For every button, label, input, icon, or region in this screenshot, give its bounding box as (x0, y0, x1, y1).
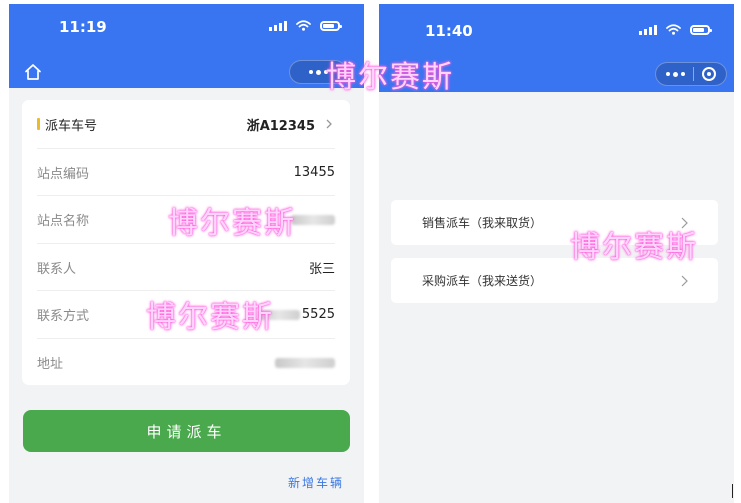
battery-icon (320, 20, 342, 31)
row-value: 张三 (308, 262, 335, 277)
row-label: 站点编码 (37, 167, 90, 182)
row-value: 5525 (301, 307, 335, 322)
row-label: 地址 (37, 357, 64, 372)
chevron-right-icon (681, 217, 688, 228)
row-address: 地址 (37, 338, 335, 386)
text-cursor (732, 484, 733, 498)
dispatch-info-card: 派车车号 浙A12345 站点编码 13455 站点名称 联系人 张三 联系方式 (22, 100, 350, 385)
row-contact-phone: 联系方式 5525 (37, 290, 335, 338)
status-time: 11:40 (425, 22, 473, 40)
header-bar: 11:19 (9, 4, 364, 88)
wifi-icon (296, 20, 311, 31)
more-icon[interactable] (308, 69, 328, 75)
battery-icon (690, 24, 712, 35)
row-contact-person: 联系人 张三 (37, 243, 335, 291)
redacted-text (275, 357, 335, 368)
row-label: 联系人 (37, 262, 77, 277)
mini-program-capsule[interactable] (655, 62, 727, 86)
dispatch-type-screen: 11:40 销售派车（我来取货） 采购派车（我来送货） (379, 4, 734, 503)
redacted-text (257, 309, 300, 320)
status-icons (639, 24, 712, 35)
redacted-text (291, 214, 335, 225)
more-icon[interactable] (666, 71, 685, 77)
close-target-icon[interactable] (702, 67, 716, 81)
chevron-right-icon (326, 119, 332, 129)
purchase-dispatch-item[interactable]: 采购派车（我来送货） (391, 258, 718, 303)
dispatch-form-screen: 11:19 派车车号 浙A12345 站点编码 13455 站点名称 联系人 张… (9, 4, 364, 503)
home-icon[interactable] (23, 62, 43, 82)
row-vehicle-number[interactable]: 派车车号 浙A12345 (37, 100, 335, 148)
signal-icon (269, 20, 287, 31)
more-menu-capsule[interactable] (289, 60, 347, 84)
row-label: 派车车号 (45, 118, 98, 134)
row-value: 13455 (293, 165, 335, 180)
row-value: 浙A12345 (246, 118, 315, 134)
status-icons (269, 20, 342, 31)
row-station-code: 站点编码 13455 (37, 148, 335, 196)
status-time: 11:19 (59, 18, 107, 36)
row-label: 联系方式 (37, 309, 90, 324)
menu-item-label: 采购派车（我来送货） (422, 274, 543, 288)
header-bar: 11:40 (379, 4, 734, 92)
add-vehicle-link[interactable]: 新增车辆 (288, 474, 344, 491)
chevron-right-icon (681, 275, 688, 286)
sales-dispatch-item[interactable]: 销售派车（我来取货） (391, 200, 718, 245)
wifi-icon (666, 24, 681, 35)
row-label: 站点名称 (37, 214, 90, 229)
accent-bar (37, 118, 40, 130)
capsule-divider (693, 67, 694, 81)
row-station-name: 站点名称 (37, 195, 335, 243)
apply-dispatch-button[interactable]: 申请派车 (23, 410, 350, 452)
signal-icon (639, 24, 657, 35)
menu-item-label: 销售派车（我来取货） (422, 216, 543, 230)
